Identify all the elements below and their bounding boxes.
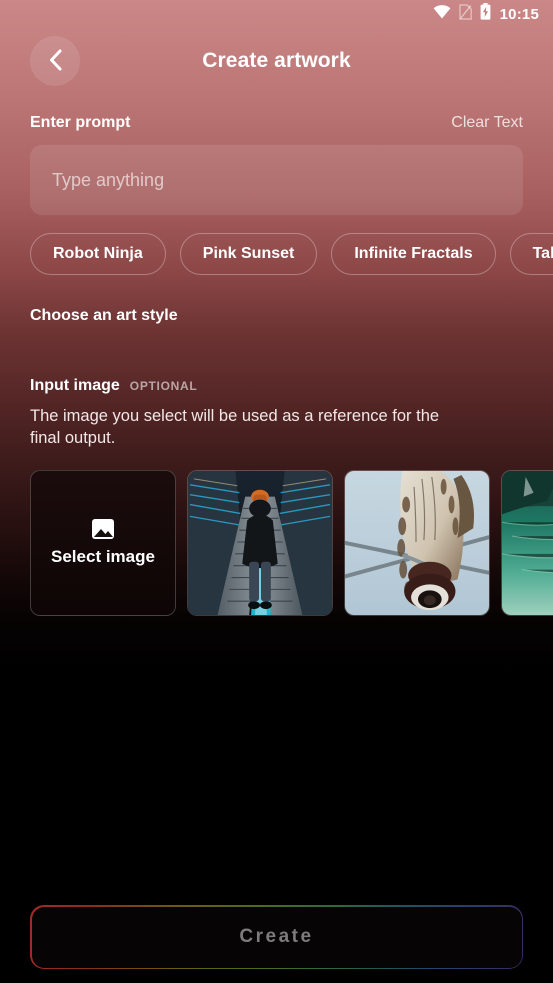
app-header: Create artwork: [0, 28, 553, 94]
lake-boat-photo[interactable]: [501, 469, 553, 616]
battery-charging-icon: [480, 3, 491, 25]
chip-robot-ninja[interactable]: Robot Ninja: [30, 233, 166, 275]
create-button-label: Create: [239, 926, 314, 947]
chevron-left-icon: [48, 48, 63, 75]
art-style-section: Choose an art style: [0, 307, 553, 325]
prompt-input-container[interactable]: [30, 145, 523, 215]
prompt-input[interactable]: [52, 169, 501, 191]
wifi-icon: [433, 4, 451, 24]
escalator-figure-photo[interactable]: [187, 469, 333, 616]
input-image-label: Input image: [30, 377, 120, 394]
enter-prompt-label: Enter prompt: [30, 114, 131, 131]
prompt-suggestion-chips[interactable]: Robot Ninja Pink Sunset Infinite Fractal…: [0, 215, 553, 275]
page-title: Create artwork: [202, 49, 351, 72]
select-image-card[interactable]: Select image: [30, 469, 176, 616]
input-image-header: Input image OPTIONAL: [0, 377, 553, 395]
select-image-label: Select image: [51, 546, 155, 566]
clear-text-button[interactable]: Clear Text: [451, 114, 523, 132]
prompt-header-row: Enter prompt Clear Text: [0, 114, 553, 132]
status-bar-time: 10:15: [499, 5, 539, 23]
optional-badge: OPTIONAL: [129, 379, 198, 393]
image-picture-icon: [92, 518, 114, 539]
chip-tall-bird[interactable]: Tall Bird: [509, 233, 553, 275]
create-artwork-screen: 10:15 Create artwork Enter prompt Clear …: [0, 0, 553, 983]
chip-infinite-fractals[interactable]: Infinite Fractals: [331, 233, 496, 275]
choose-art-style-label: Choose an art style: [30, 307, 178, 324]
input-image-description: The image you select will be used as a r…: [30, 407, 440, 448]
back-button[interactable]: [30, 36, 80, 86]
create-button-inner: Create: [31, 906, 522, 968]
input-image-thumbnail-row[interactable]: Select image: [0, 450, 553, 616]
status-bar: 10:15: [0, 0, 553, 28]
bird-powerline-photo[interactable]: [344, 469, 490, 616]
no-sim-icon: [458, 3, 473, 25]
create-button[interactable]: Create: [30, 905, 523, 969]
chip-pink-sunset[interactable]: Pink Sunset: [179, 233, 318, 275]
